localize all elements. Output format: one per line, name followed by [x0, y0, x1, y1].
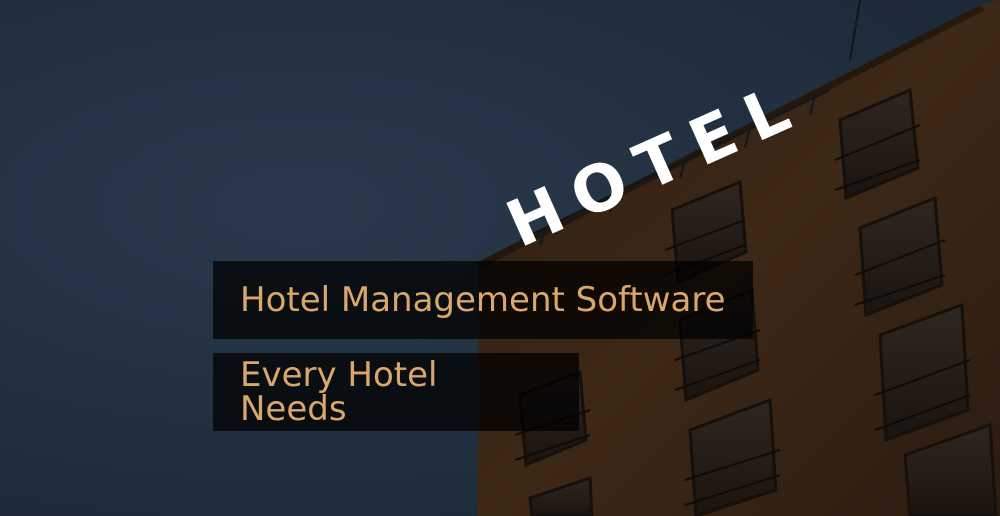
caption-line-1-text: Hotel Management Software — [240, 280, 726, 320]
hero-image: HOTEL Hotel Management Software Every Ho… — [0, 0, 1000, 516]
caption-line-1: Hotel Management Software — [213, 261, 753, 339]
caption-line-2: Every Hotel Needs — [213, 353, 579, 431]
hotel-building-photo: HOTEL — [478, 0, 1000, 516]
caption-line-2-text: Every Hotel Needs — [240, 355, 438, 429]
